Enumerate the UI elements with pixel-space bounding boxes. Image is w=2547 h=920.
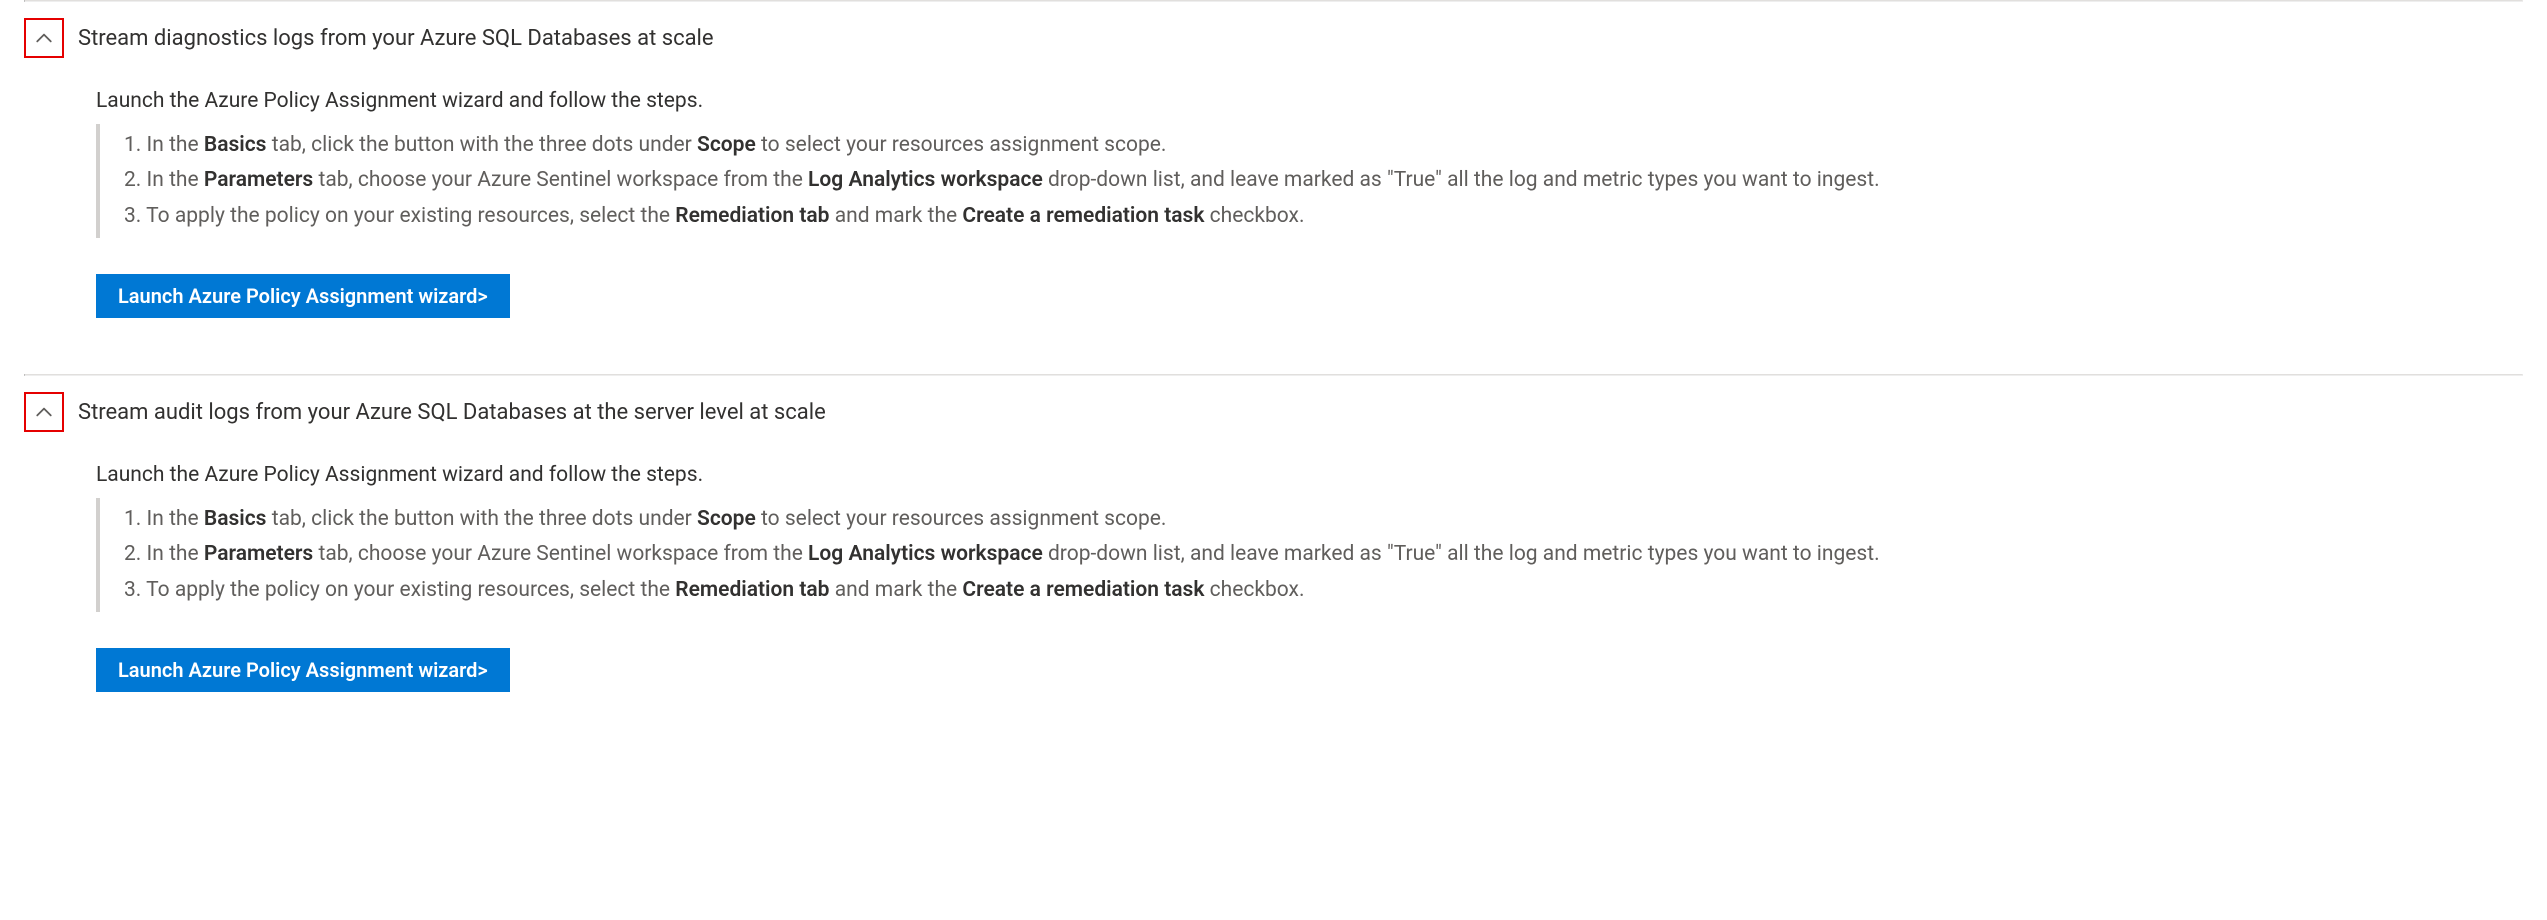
accordion-toggle-audit[interactable]: Stream audit logs from your Azure SQL Da… bbox=[24, 392, 2523, 432]
instructions-steps: 1. In the Basics tab, click the button w… bbox=[96, 498, 2523, 613]
instructions-lead: Launch the Azure Policy Assignment wizar… bbox=[96, 460, 2523, 492]
instructions-lead: Launch the Azure Policy Assignment wizar… bbox=[96, 86, 2523, 118]
launch-wizard-button[interactable]: Launch Azure Policy Assignment wizard> bbox=[96, 274, 510, 318]
chevron-up-icon bbox=[24, 392, 64, 432]
accordion-toggle-diagnostics[interactable]: Stream diagnostics logs from your Azure … bbox=[24, 18, 2523, 58]
step-1: 1. In the Basics tab, click the button w… bbox=[124, 130, 2523, 162]
accordion-body: Launch the Azure Policy Assignment wizar… bbox=[24, 460, 2523, 692]
accordion-title: Stream audit logs from your Azure SQL Da… bbox=[78, 396, 826, 429]
accordion-body: Launch the Azure Policy Assignment wizar… bbox=[24, 86, 2523, 318]
step-2: 2. In the Parameters tab, choose your Az… bbox=[124, 539, 2523, 571]
accordion-section-diagnostics: Stream diagnostics logs from your Azure … bbox=[24, 2, 2523, 318]
step-2: 2. In the Parameters tab, choose your Az… bbox=[124, 165, 2523, 197]
accordion-section-audit: Stream audit logs from your Azure SQL Da… bbox=[24, 376, 2523, 692]
accordion-title: Stream diagnostics logs from your Azure … bbox=[78, 22, 714, 55]
step-3: 3. To apply the policy on your existing … bbox=[124, 575, 2523, 607]
step-1: 1. In the Basics tab, click the button w… bbox=[124, 504, 2523, 536]
step-3: 3. To apply the policy on your existing … bbox=[124, 201, 2523, 233]
instructions-steps: 1. In the Basics tab, click the button w… bbox=[96, 124, 2523, 239]
chevron-up-icon bbox=[24, 18, 64, 58]
launch-wizard-button[interactable]: Launch Azure Policy Assignment wizard> bbox=[96, 648, 510, 692]
